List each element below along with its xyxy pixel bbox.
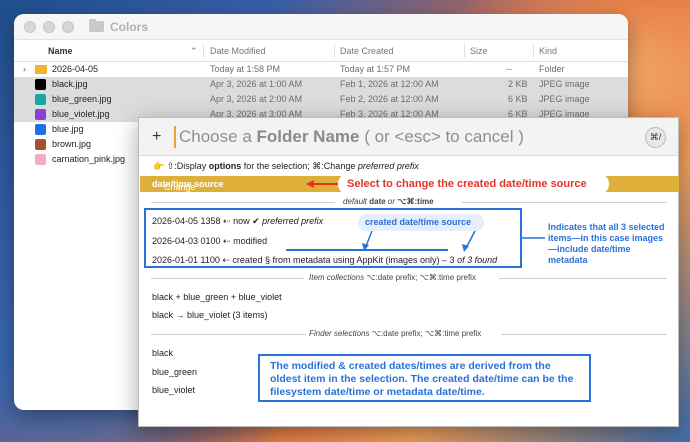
- annotation-pill: created date/time source: [358, 214, 484, 231]
- annotation-right-text: Indicates that all 3 selected items—in t…: [548, 222, 665, 265]
- annotation-bottom-text: The modified & created dates/times are d…: [258, 354, 591, 402]
